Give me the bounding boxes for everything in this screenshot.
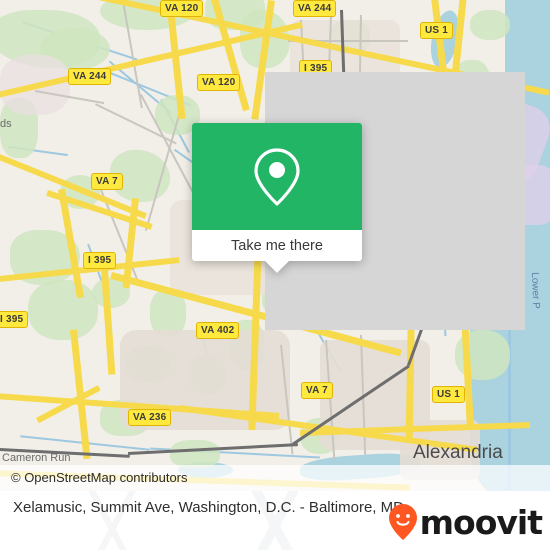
popup-pointer-tail (265, 261, 289, 273)
screenshot-root: VA 120 VA 244 US 1 VA 244 VA 120 I 395 VA 7 I 3… (0, 0, 550, 550)
footer-bar: Xelamusic, Summit Ave, Washington, D.C. … (0, 491, 550, 550)
moovit-wordmark: moovit (419, 502, 543, 542)
take-me-there-label: Take me there (231, 237, 323, 254)
moovit-logo[interactable]: moovit (388, 502, 543, 542)
park-area (170, 440, 220, 468)
highway-shield: I 395 (83, 252, 117, 269)
popup-image-header (192, 123, 362, 230)
park-area (470, 10, 510, 40)
attribution-text: © OpenStreetMap contributors (11, 470, 188, 485)
popup-cta-row[interactable]: Take me there (192, 230, 362, 261)
map-place-label: ds (0, 118, 12, 130)
highway-shield: VA 120 (197, 74, 241, 91)
map-place-label: Alexandria (413, 442, 503, 463)
highway-shield: US 1 (432, 386, 466, 403)
location-popup-card[interactable]: Take me there (192, 123, 362, 273)
highway-shield: VA 120 (160, 0, 204, 17)
map-place-label: Cameron Run (2, 452, 71, 464)
highway-shield: US 1 (420, 22, 454, 39)
highway-shield: VA 7 (301, 382, 333, 399)
park-area (28, 280, 98, 340)
highway-shield: VA 244 (293, 0, 337, 17)
map-pin-icon (254, 147, 300, 206)
highway-shield: VA 7 (91, 173, 123, 190)
highway-shield: VA 402 (196, 322, 240, 339)
highway-shield: VA 244 (68, 68, 112, 85)
highway-shield: VA 236 (128, 409, 172, 426)
map-place-label: Lower P (529, 272, 542, 310)
highway-shield: I 395 (0, 311, 29, 328)
map-attribution: © OpenStreetMap contributors (0, 465, 550, 491)
location-title: Xelamusic, Summit Ave, Washington, D.C. … (13, 499, 404, 516)
moovit-smiley-pin-icon (388, 504, 417, 540)
